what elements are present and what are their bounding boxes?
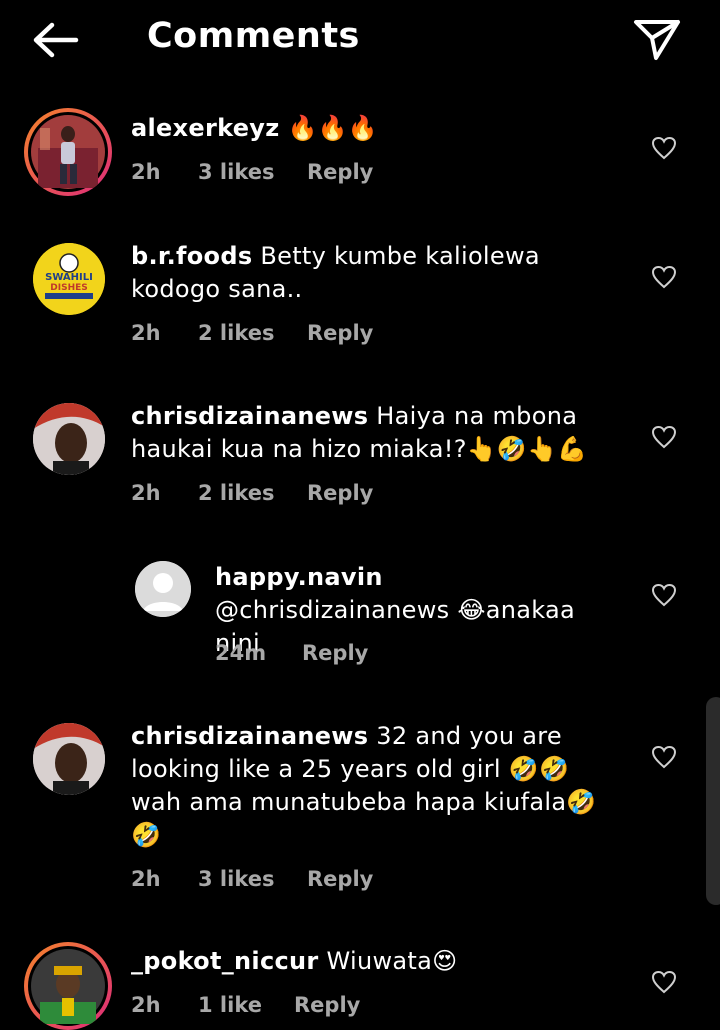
- comment-text: alexerkeyz 🔥🔥🔥: [131, 112, 611, 145]
- reply-button[interactable]: Reply: [302, 641, 368, 665]
- comment-time: 2h: [131, 321, 161, 345]
- comment-body: @chrisdizainanews 😂anakaa nini: [215, 596, 576, 657]
- comment-username[interactable]: chrisdizainanews: [131, 402, 368, 430]
- comment-body: 🔥🔥🔥: [287, 114, 378, 142]
- avatar[interactable]: SWAHILI DISHES: [33, 243, 105, 315]
- reply-button[interactable]: Reply: [307, 321, 373, 345]
- heart-icon[interactable]: [651, 583, 677, 607]
- reply-button[interactable]: Reply: [294, 993, 360, 1017]
- comment-likes[interactable]: 1 like: [198, 993, 262, 1017]
- comment-likes[interactable]: 2 likes: [198, 321, 274, 345]
- avatar[interactable]: [33, 723, 105, 795]
- comment-time: 2h: [131, 993, 161, 1017]
- comment-text: happy.navin @chrisdizainanews 😂anakaa ni…: [215, 561, 625, 660]
- heart-icon[interactable]: [651, 265, 677, 289]
- comment-username[interactable]: alexerkeyz: [131, 114, 280, 142]
- comment-text: b.r.foods Betty kumbe kaliolewa kodogo s…: [131, 240, 601, 306]
- comment-time: 2h: [131, 160, 161, 184]
- comment-body: Wiuwata😍: [326, 947, 458, 975]
- heart-icon[interactable]: [651, 136, 677, 160]
- comment-likes[interactable]: 3 likes: [198, 160, 274, 184]
- reply-button[interactable]: Reply: [307, 160, 373, 184]
- comment-time: 2h: [131, 867, 161, 891]
- comment-username[interactable]: chrisdizainanews: [131, 722, 368, 750]
- story-avatar[interactable]: [24, 942, 112, 1030]
- avatar-logo-text: SWAHILI: [45, 272, 93, 283]
- reply-button[interactable]: Reply: [307, 481, 373, 505]
- comment-text: _pokot_niccur Wiuwata😍: [131, 945, 611, 978]
- heart-icon[interactable]: [651, 970, 677, 994]
- comment-text: chrisdizainanews 32 and you are looking …: [131, 720, 621, 852]
- comment-time: 24m: [215, 641, 267, 665]
- heart-icon[interactable]: [651, 745, 677, 769]
- story-avatar[interactable]: [24, 108, 112, 196]
- send-icon[interactable]: [630, 16, 684, 64]
- page-title: Comments: [147, 16, 360, 56]
- scrollbar-thumb[interactable]: [706, 697, 720, 905]
- comment-time: 2h: [131, 481, 161, 505]
- comment-username[interactable]: b.r.foods: [131, 242, 252, 270]
- comment-likes[interactable]: 3 likes: [198, 867, 274, 891]
- comment-username[interactable]: happy.navin: [215, 563, 383, 591]
- avatar[interactable]: [33, 403, 105, 475]
- comment-username[interactable]: _pokot_niccur: [131, 947, 319, 975]
- comment-likes[interactable]: 2 likes: [198, 481, 274, 505]
- default-avatar-icon[interactable]: [135, 561, 191, 617]
- heart-icon[interactable]: [651, 425, 677, 449]
- avatar-logo-subtext: DISHES: [50, 283, 88, 293]
- back-arrow-icon[interactable]: [28, 18, 84, 62]
- comment-text: chrisdizainanews Haiya na mbona haukai k…: [131, 400, 621, 466]
- reply-button[interactable]: Reply: [307, 867, 373, 891]
- header-bar: Comments: [0, 0, 720, 80]
